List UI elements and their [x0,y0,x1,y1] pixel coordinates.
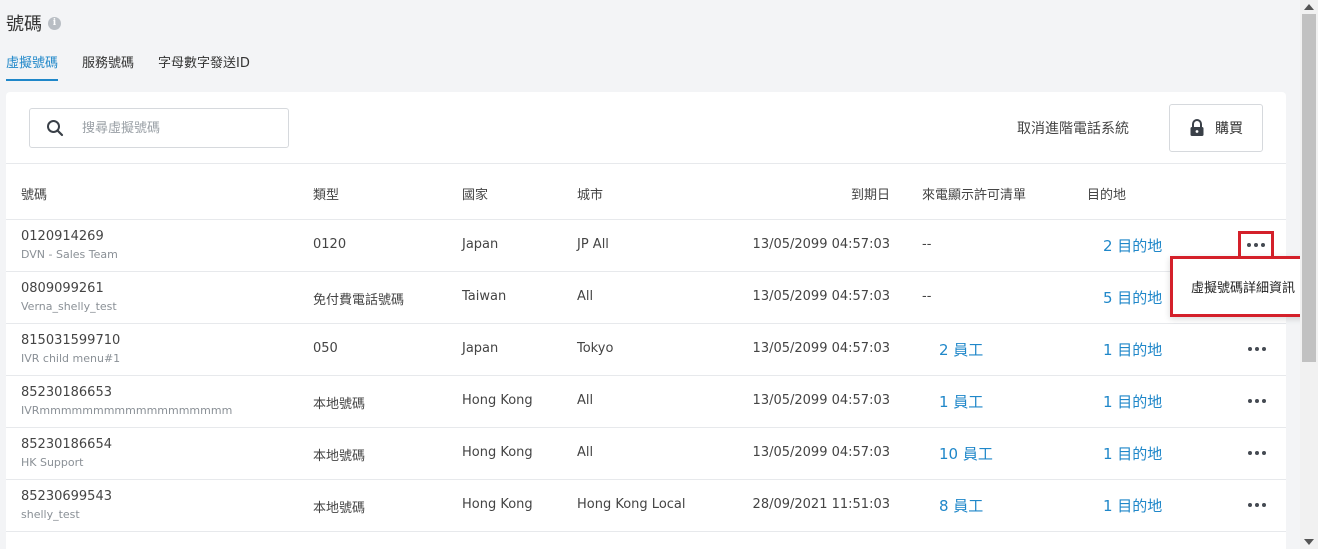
buy-button-label: 購買 [1215,121,1243,137]
destination-link[interactable]: 1 目的地 [1103,391,1162,412]
scrollbar[interactable] [1300,0,1318,549]
tab-bar: 虛擬號碼 服務號碼 字母數字發送ID [6,52,250,81]
header-caller-id-allowlist: 來電顯示許可清單 [922,188,1027,203]
search-icon [47,120,64,137]
city-value: All [577,393,594,408]
tab-virtual-numbers[interactable]: 虛擬號碼 [6,52,59,81]
caller-id-link[interactable]: 2 員工 [939,339,983,360]
more-actions-button[interactable] [1240,441,1274,465]
more-actions-button[interactable] [1240,389,1274,413]
type-value: 免付費電話號碼 [313,293,405,308]
city-value: All [577,289,594,304]
caller-id-value: -- [922,289,932,304]
number-value: 85230699543 [21,489,112,504]
number-value: 85230186653 [21,385,112,400]
number-value: 85230186654 [21,437,112,452]
table-row[interactable]: 85230186653 IVRmmmmmmmmmmmmmmmmmm 本地號碼 H… [6,376,1286,428]
destination-link[interactable]: 5 目的地 [1103,287,1162,308]
scroll-down-arrow-icon[interactable] [1304,539,1314,545]
numbers-card: 取消進階電話系統 購買 號碼 類型 國家 城市 到期日 來電顯示許可清單 目的地… [6,92,1286,549]
more-actions-button[interactable] [1240,493,1274,517]
country-value: Hong Kong [462,393,533,408]
toolbar: 取消進階電話系統 購買 [6,92,1286,164]
type-value: 本地號碼 [313,449,366,464]
type-value: 0120 [313,237,347,252]
number-name: IVR child menu#1 [21,352,121,365]
number-name: shelly_test [21,508,80,521]
expiry-value: 28/09/2021 11:51:03 [752,497,890,512]
caller-id-link[interactable]: 10 員工 [939,443,993,464]
city-value: Tokyo [577,341,614,356]
number-value: 815031599710 [21,333,121,348]
actions-dropdown: 虛擬號碼詳細資訊 [1170,256,1316,317]
search-box[interactable] [29,108,289,148]
cancel-advanced-phone-system-link[interactable]: 取消進階電話系統 [1017,118,1129,138]
type-value: 本地號碼 [313,501,366,516]
number-name: Verna_shelly_test [21,300,117,313]
number-value: 0809099261 [21,281,104,296]
caller-id-link[interactable]: 8 員工 [939,495,983,516]
expiry-value: 13/05/2099 04:57:03 [752,237,890,252]
expiry-value: 13/05/2099 04:57:03 [752,289,890,304]
table-row[interactable]: 85230186654 HK Support 本地號碼 Hong Kong Al… [6,428,1286,480]
number-name: HK Support [21,456,84,469]
type-value: 050 [313,341,338,356]
page-title: 號碼 [6,14,42,35]
table-row[interactable]: 85230699543 shelly_test 本地號碼 Hong Kong H… [6,480,1286,532]
destination-link[interactable]: 1 目的地 [1103,495,1162,516]
info-icon[interactable]: i [48,16,61,30]
table-row[interactable]: 0120914269 DVN - Sales Team 0120 Japan J… [6,220,1286,272]
tab-alphanumeric-sender-id[interactable]: 字母數字發送ID [158,52,250,81]
caller-id-value: -- [922,237,932,252]
header-number: 號碼 [21,188,48,203]
caller-id-link[interactable]: 1 員工 [939,391,983,412]
destination-link[interactable]: 2 目的地 [1103,235,1162,256]
type-value: 本地號碼 [313,397,366,412]
expiry-value: 13/05/2099 04:57:03 [752,341,890,356]
search-input[interactable] [82,120,262,136]
table-row[interactable]: 815031599710 IVR child menu#1 050 Japan … [6,324,1286,376]
country-value: Japan [462,237,499,252]
destination-link[interactable]: 1 目的地 [1103,443,1162,464]
scroll-up-arrow-icon[interactable] [1304,4,1314,10]
city-value: All [577,445,594,460]
country-value: Japan [462,341,499,356]
scroll-thumb[interactable] [1302,14,1316,362]
country-value: Hong Kong [462,445,533,460]
number-name: DVN - Sales Team [21,248,118,261]
header-type: 類型 [313,188,340,203]
table-row[interactable]: 0809099261 Verna_shelly_test 免付費電話號碼 Tai… [6,272,1286,324]
more-actions-button[interactable] [1240,337,1274,361]
buy-button[interactable]: 購買 [1169,104,1263,152]
country-value: Hong Kong [462,497,533,512]
virtual-number-details-item[interactable]: 虛擬號碼詳細資訊 [1191,277,1295,296]
header-city: 城市 [577,188,604,203]
expiry-value: 13/05/2099 04:57:03 [752,445,890,460]
header-country: 國家 [462,188,489,203]
header-destination: 目的地 [1087,188,1127,203]
city-value: JP All [577,237,609,252]
number-name: IVRmmmmmmmmmmmmmmmmmm [21,404,233,417]
country-value: Taiwan [462,289,507,304]
tab-service-numbers[interactable]: 服務號碼 [82,52,134,81]
destination-link[interactable]: 1 目的地 [1103,339,1162,360]
number-value: 0120914269 [21,229,104,244]
more-actions-button[interactable] [1238,231,1274,259]
page-header: 號碼 i [6,10,61,36]
city-value: Hong Kong Local [577,497,686,512]
expiry-value: 13/05/2099 04:57:03 [752,393,890,408]
table-header: 號碼 類型 國家 城市 到期日 來電顯示許可清單 目的地 [6,164,1286,220]
header-expiry: 到期日 [850,188,890,203]
lock-icon [1190,119,1204,136]
